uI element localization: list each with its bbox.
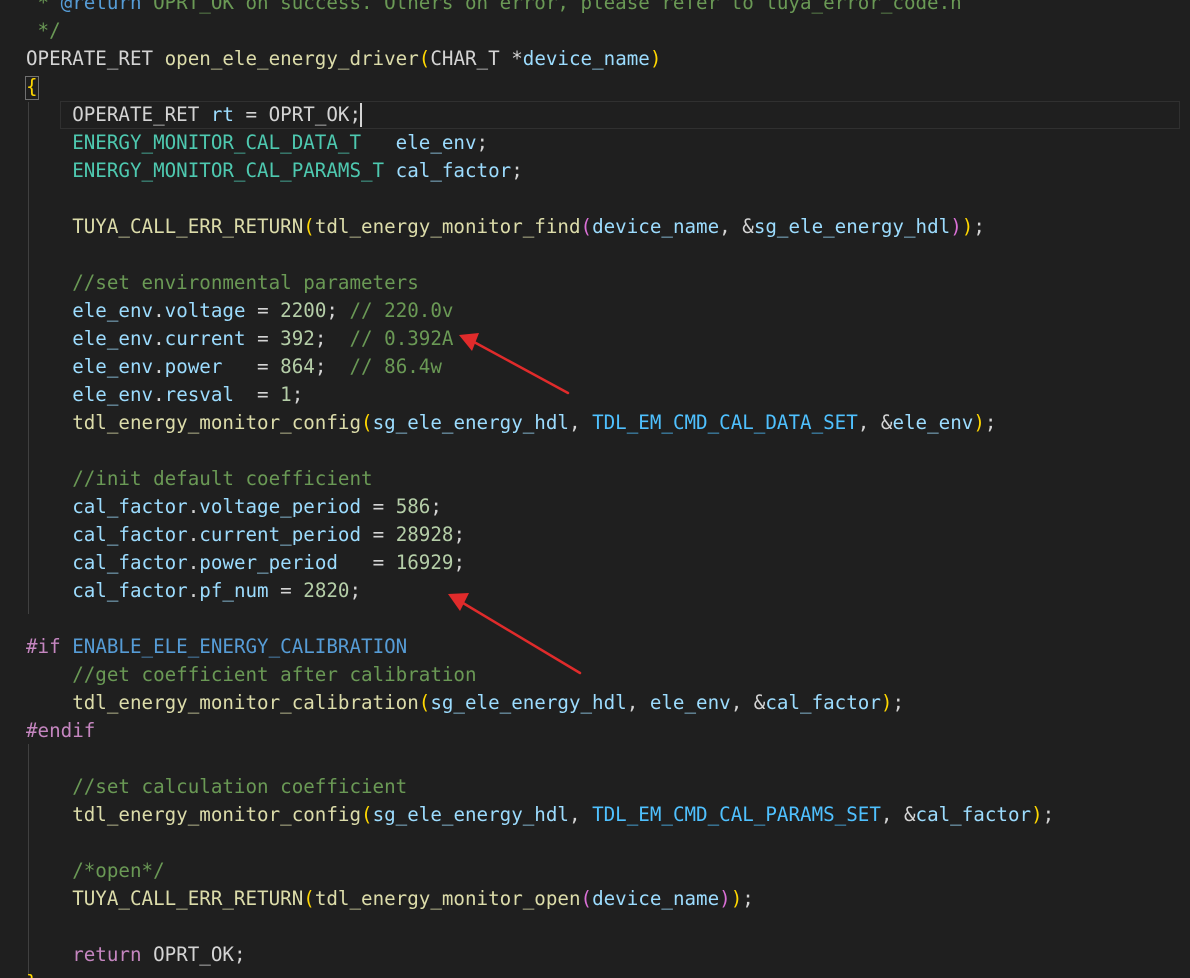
red-arrow-current-comment [459,333,570,395]
red-arrow-calibration-defaults [448,593,582,675]
annotation-layer [448,333,582,675]
code-editor[interactable]: * @return OPRT_OK on success. Others on … [0,0,1190,978]
